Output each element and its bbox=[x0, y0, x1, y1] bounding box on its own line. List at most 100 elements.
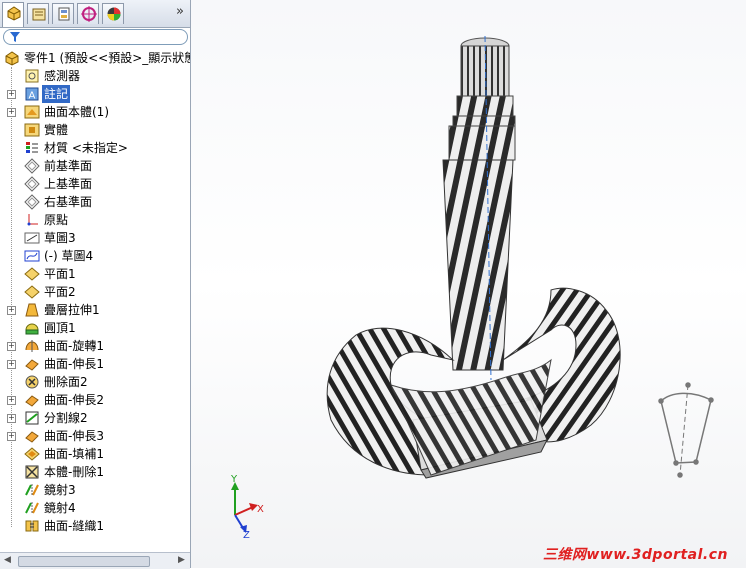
tree-item-label: 草圖3 bbox=[44, 231, 76, 245]
tree-item[interactable]: 圓頂1 bbox=[0, 319, 190, 337]
annotation-icon: A bbox=[24, 86, 40, 102]
expand-icon[interactable]: + bbox=[7, 396, 16, 405]
property-manager-icon bbox=[32, 8, 46, 21]
graphics-viewport[interactable]: Y X Z 三维网www.3dportal.cn bbox=[191, 0, 746, 568]
expand-icon[interactable]: + bbox=[7, 360, 16, 369]
expand-icon[interactable]: + bbox=[7, 306, 16, 315]
scroll-right-icon[interactable]: ▶ bbox=[178, 555, 185, 565]
display-manager-icon bbox=[107, 7, 121, 21]
surface-bodies-icon bbox=[24, 104, 40, 120]
coordinate-triad: Y X Z bbox=[230, 474, 264, 541]
tree-item-label: 感測器 bbox=[44, 69, 81, 83]
triad-y-label: Y bbox=[230, 474, 238, 485]
expand-icon[interactable]: + bbox=[7, 108, 16, 117]
tree-item-label: 前基準面 bbox=[44, 159, 93, 173]
tree-item-label: 右基準面 bbox=[44, 195, 93, 209]
plane-icon bbox=[24, 158, 40, 174]
tree-item[interactable]: + 曲面-伸長1 bbox=[0, 355, 190, 373]
expand-icon[interactable]: + bbox=[7, 90, 16, 99]
ref-plane-icon bbox=[24, 284, 40, 300]
feature-tree: 零件1 (預設<<預設>_顯示狀態 感測器 + A 註記 + 曲面本體(1) 實體 材質 <未指… bbox=[0, 47, 190, 533]
display-manager-tab[interactable] bbox=[102, 3, 124, 24]
delete-body-icon bbox=[24, 464, 40, 480]
tree-filter-input[interactable] bbox=[3, 29, 188, 45]
surface-knit-icon bbox=[24, 518, 40, 533]
scrollbar-thumb[interactable] bbox=[18, 556, 150, 567]
origin-icon bbox=[24, 212, 40, 228]
tree-item-label: 曲面-伸長3 bbox=[44, 429, 104, 443]
surface-extrude-icon bbox=[24, 428, 40, 444]
tree-item-label: 疊層拉伸1 bbox=[44, 303, 100, 317]
dimxpert-icon bbox=[81, 6, 97, 22]
tree-item-label: 鏡射3 bbox=[44, 483, 76, 497]
model-canvas: Y X Z bbox=[230, 35, 714, 541]
tree-item[interactable]: + 曲面-伸長2 bbox=[0, 391, 190, 409]
tree-item-label: 分割線2 bbox=[44, 411, 88, 425]
tree-item[interactable]: 實體 bbox=[0, 121, 190, 139]
solid-bodies-icon bbox=[24, 122, 40, 138]
property-manager-tab[interactable] bbox=[27, 3, 49, 24]
tree-item[interactable]: 鏡射3 bbox=[0, 481, 190, 499]
tree-item-label: 曲面-伸長1 bbox=[44, 357, 104, 371]
tree-item-label: 曲面-旋轉1 bbox=[44, 339, 104, 353]
tree-item[interactable]: + A 註記 bbox=[0, 85, 190, 103]
tree-item[interactable]: + 疊層拉伸1 bbox=[0, 301, 190, 319]
plane-icon bbox=[24, 194, 40, 210]
tree-item[interactable]: (-) 草圖4 bbox=[0, 247, 190, 265]
tree-item[interactable]: 平面1 bbox=[0, 265, 190, 283]
horizontal-scrollbar[interactable]: ◀ ▶ bbox=[0, 552, 190, 569]
tree-item-label: 鏡射4 bbox=[44, 501, 76, 515]
tree-item[interactable]: 上基準面 bbox=[0, 175, 190, 193]
configuration-manager-tab[interactable] bbox=[52, 3, 74, 24]
tree-item-label: 零件1 (預設<<預設>_顯示狀態 bbox=[24, 51, 190, 65]
tree-item-label: 原點 bbox=[44, 213, 69, 227]
tree-item[interactable]: 曲面-填補1 bbox=[0, 445, 190, 463]
tree-item[interactable]: 曲面-縫織1 bbox=[0, 517, 190, 533]
surface-extrude-icon bbox=[24, 392, 40, 408]
sketch-profile[interactable] bbox=[658, 382, 714, 478]
tree-item[interactable]: 鏡射4 bbox=[0, 499, 190, 517]
expand-icon[interactable]: + bbox=[7, 342, 16, 351]
tree-root-item[interactable]: 零件1 (預設<<預設>_顯示狀態 bbox=[0, 49, 190, 67]
feature-manager-panel: » 零件1 (預設<<預設>_顯示狀態 感測器 + A 註記 + 曲面本體(1) 實體 材質 <… bbox=[0, 0, 191, 569]
ref-plane-icon bbox=[24, 266, 40, 282]
tree-item-label: 實體 bbox=[44, 123, 69, 137]
feature-manager-icon bbox=[7, 6, 21, 21]
scroll-left-icon[interactable]: ◀ bbox=[4, 555, 11, 565]
tree-item[interactable]: + 分割線2 bbox=[0, 409, 190, 427]
expand-icon[interactable]: + bbox=[7, 432, 16, 441]
tree-item-label: 曲面-填補1 bbox=[44, 447, 104, 461]
tree-item[interactable]: 材質 <未指定> bbox=[0, 139, 190, 157]
tree-item-label: 平面1 bbox=[44, 267, 76, 281]
tree-item[interactable]: 刪除面2 bbox=[0, 373, 190, 391]
hook-model[interactable] bbox=[326, 35, 621, 479]
configuration-manager-icon bbox=[58, 7, 70, 21]
dimxpert-tab[interactable] bbox=[77, 3, 99, 24]
sensor-icon bbox=[24, 68, 40, 84]
tree-item[interactable]: 感測器 bbox=[0, 67, 190, 85]
tree-item-label: 圓頂1 bbox=[44, 321, 76, 335]
triad-z-label: Z bbox=[243, 530, 250, 541]
sketch-3d-icon bbox=[24, 248, 40, 264]
loft-icon bbox=[24, 302, 40, 318]
sketch-icon bbox=[24, 230, 40, 246]
tree-item[interactable]: 右基準面 bbox=[0, 193, 190, 211]
tree-item[interactable]: 本體-刪除1 bbox=[0, 463, 190, 481]
tree-item[interactable]: 前基準面 bbox=[0, 157, 190, 175]
tree-item[interactable]: 平面2 bbox=[0, 283, 190, 301]
tree-item[interactable]: + 曲面-伸長3 bbox=[0, 427, 190, 445]
filter-icon bbox=[10, 32, 20, 42]
tree-item-label: 曲面-縫織1 bbox=[44, 519, 104, 533]
feature-manager-tab[interactable] bbox=[2, 2, 24, 27]
triad-x-label: X bbox=[257, 504, 264, 515]
tree-item-label: 本體-刪除1 bbox=[44, 465, 104, 479]
expand-icon[interactable]: + bbox=[7, 414, 16, 423]
more-tabs-chevron-icon[interactable]: » bbox=[176, 4, 184, 19]
tree-item[interactable]: 原點 bbox=[0, 211, 190, 229]
tree-item-label: 曲面本體(1) bbox=[44, 105, 109, 119]
tree-item[interactable]: + 曲面-旋轉1 bbox=[0, 337, 190, 355]
tree-item[interactable]: 草圖3 bbox=[0, 229, 190, 247]
svg-text:A: A bbox=[29, 91, 36, 102]
plane-icon bbox=[24, 176, 40, 192]
tree-item[interactable]: + 曲面本體(1) bbox=[0, 103, 190, 121]
